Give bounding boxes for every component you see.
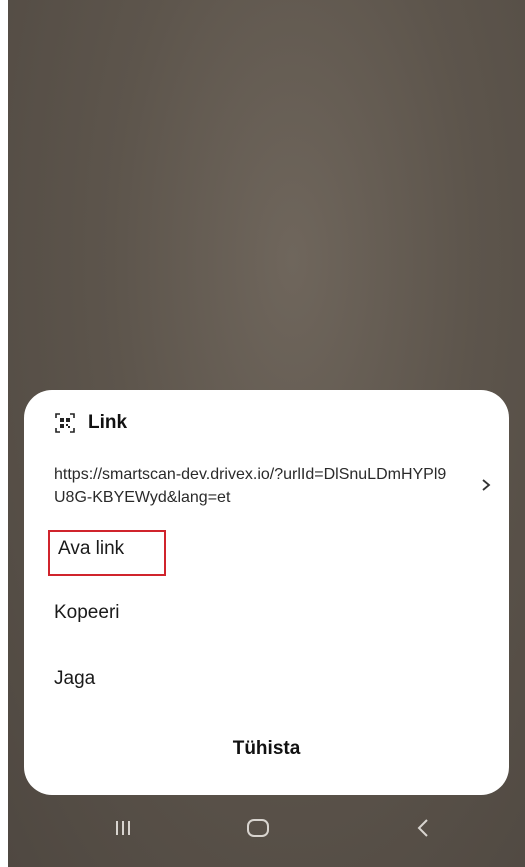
chevron-right-icon[interactable]: [478, 475, 494, 495]
back-icon[interactable]: [403, 813, 443, 843]
recent-apps-icon[interactable]: [103, 813, 143, 843]
camera-background: Link https://smartscan-dev.drivex.io/?ur…: [8, 0, 525, 867]
qr-code-icon: [54, 412, 76, 434]
copy-link-button[interactable]: Kopeeri: [54, 602, 120, 624]
open-link-label: Ava link: [58, 538, 125, 559]
system-navigation-bar: [8, 795, 525, 867]
sheet-header: Link: [54, 412, 127, 434]
cancel-button[interactable]: Tühista: [24, 738, 509, 760]
url-row[interactable]: https://smartscan-dev.drivex.io/?urlId=D…: [54, 463, 494, 511]
open-link-button[interactable]: Ava link: [48, 530, 166, 576]
copy-link-label: Kopeeri: [54, 602, 120, 623]
share-link-label: Jaga: [54, 668, 96, 689]
home-icon[interactable]: [238, 813, 278, 843]
link-url: https://smartscan-dev.drivex.io/?urlId=D…: [54, 466, 447, 506]
sheet-title: Link: [88, 412, 128, 433]
share-link-button[interactable]: Jaga: [54, 668, 95, 690]
link-action-sheet: Link https://smartscan-dev.drivex.io/?ur…: [24, 390, 509, 795]
